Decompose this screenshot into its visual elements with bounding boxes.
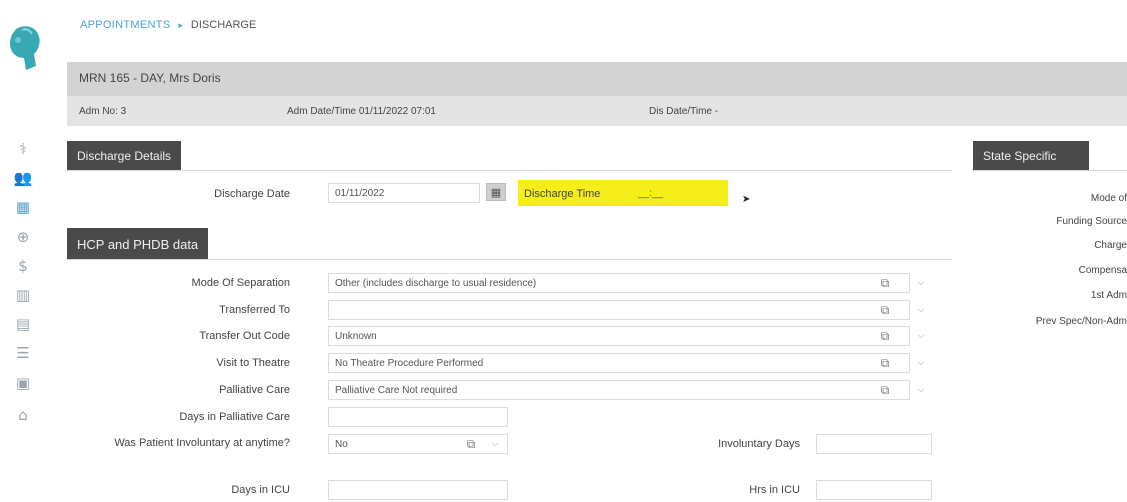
document-icon[interactable]: ▤ xyxy=(12,313,34,335)
hours-icu-input[interactable] xyxy=(816,480,932,500)
patient-name: MRN 165 - DAY, Mrs Doris xyxy=(79,71,221,85)
breadcrumb: APPOINTMENTS ▸ DISCHARGE xyxy=(80,19,256,31)
calendar-picker-icon[interactable]: ▦ xyxy=(486,183,506,201)
breadcrumb-discharge: DISCHARGE xyxy=(190,19,257,31)
discharge-date-label: Discharge Date xyxy=(214,188,290,200)
days-icu-input[interactable] xyxy=(328,480,508,500)
discharge-time-input[interactable]: __:__ xyxy=(632,183,720,203)
list-icon[interactable]: ☰ xyxy=(12,342,34,364)
hcp-field-select[interactable]: Unknown xyxy=(328,326,910,346)
chevron-down-icon[interactable]: ⌵ xyxy=(914,327,928,345)
building-icon[interactable]: ⌂ xyxy=(12,404,34,426)
involuntary-label: Was Patient Involuntary at anytime? xyxy=(114,437,290,449)
breadcrumb-separator-icon: ▸ xyxy=(178,19,183,30)
hours-icu-label: Hrs in ICU xyxy=(749,484,800,496)
hcp-field-label: Mode Of Separation xyxy=(191,277,290,289)
chart-icon[interactable]: ▥ xyxy=(12,284,34,306)
sidebar: ⚕ 👥 ▦ ⊕ $ ▥ ▤ ☰ ▣ ⌂ xyxy=(0,0,48,502)
patient-banner: MRN 165 - DAY, Mrs Doris Adm No: 3 Adm D… xyxy=(67,62,1127,126)
days-palliative-input[interactable] xyxy=(328,407,508,427)
globe-icon[interactable]: ⊕ xyxy=(12,226,34,248)
hcp-phdb-header: HCP and PHDB data xyxy=(67,228,209,260)
copy-icon[interactable]: ⧉ xyxy=(876,354,894,372)
copy-icon[interactable]: ⧉ xyxy=(876,327,894,345)
discharge-time-label: Discharge Time xyxy=(524,188,601,200)
app-logo-icon[interactable] xyxy=(4,22,46,74)
discharge-date-input[interactable]: 01/11/2022 xyxy=(328,183,480,203)
chevron-down-icon[interactable]: ⌵ xyxy=(914,354,928,372)
hcp-field-label: Transferred To xyxy=(219,304,290,316)
copy-icon[interactable]: ⧉ xyxy=(876,381,894,399)
hcp-field-label: Transfer Out Code xyxy=(199,330,290,342)
hcp-field-select[interactable]: Palliative Care Not required xyxy=(328,380,910,400)
state-field-label: Mode of xyxy=(1090,193,1127,204)
state-field-label: 1st Adm xyxy=(1090,290,1127,301)
state-field-label: Compensa xyxy=(1078,265,1127,276)
days-icu-label: Days in ICU xyxy=(231,484,290,496)
section-divider xyxy=(973,170,1127,171)
chevron-down-icon[interactable]: ⌵ xyxy=(488,435,502,453)
involuntary-days-label: Involuntary Days xyxy=(718,438,800,450)
copy-icon[interactable]: ⧉ xyxy=(876,274,894,292)
state-specific-header: State Specific xyxy=(973,141,1089,171)
copy-icon[interactable]: ⧉ xyxy=(876,301,894,319)
state-field-label: Prev Spec/Non-Adm xyxy=(1035,316,1127,327)
people-icon[interactable]: 👥 xyxy=(12,167,34,189)
section-divider xyxy=(67,170,952,171)
chevron-down-icon[interactable]: ⌵ xyxy=(914,274,928,292)
days-palliative-label: Days in Palliative Care xyxy=(179,411,290,423)
state-field-label: Charge xyxy=(1094,240,1127,251)
mouse-cursor-icon: ➤ xyxy=(742,194,751,205)
admission-info: Adm No: 3 Adm Date/Time 01/11/2022 07:01… xyxy=(67,96,1127,126)
discharge-details-header: Discharge Details xyxy=(67,141,182,171)
calendar-icon[interactable]: ▦ xyxy=(12,196,34,218)
breadcrumb-appointments[interactable]: APPOINTMENTS xyxy=(80,19,170,31)
hcp-field-select[interactable]: No Theatre Procedure Performed xyxy=(328,353,910,373)
hcp-field-select[interactable] xyxy=(328,300,910,320)
state-field-label: Funding Source xyxy=(1056,216,1127,227)
copy-icon[interactable]: ⧉ xyxy=(462,435,480,453)
dollar-icon[interactable]: $ xyxy=(12,255,34,277)
admission-number: Adm No: 3 xyxy=(79,106,127,117)
involuntary-select[interactable]: No xyxy=(328,434,508,454)
chevron-down-icon[interactable]: ⌵ xyxy=(914,301,928,319)
admission-datetime: Adm Date/Time 01/11/2022 07:01 xyxy=(287,106,436,117)
medical-icon[interactable]: ⚕ xyxy=(12,138,34,160)
involuntary-days-input[interactable] xyxy=(816,434,932,454)
hcp-field-label: Palliative Care xyxy=(219,384,290,396)
discharge-datetime: Dis Date/Time - xyxy=(649,106,719,117)
hcp-field-select[interactable]: Other (includes discharge to usual resid… xyxy=(328,273,910,293)
hcp-field-label: Visit to Theatre xyxy=(216,357,290,369)
summary-icon[interactable]: ▣ xyxy=(12,372,34,394)
chevron-down-icon[interactable]: ⌵ xyxy=(914,381,928,399)
section-divider xyxy=(67,259,952,260)
